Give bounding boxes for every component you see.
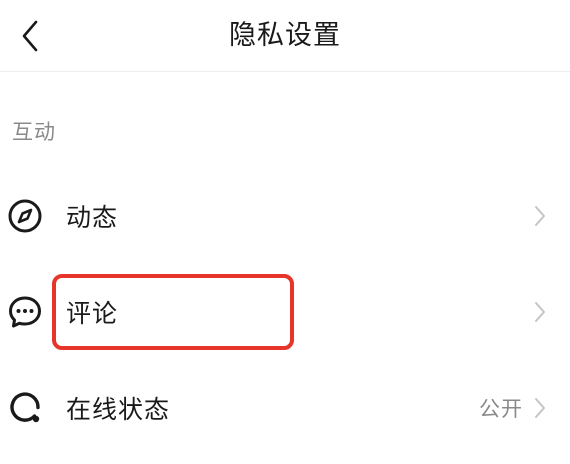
online-status-icon (5, 388, 45, 428)
settings-item-label: 评论 (66, 299, 119, 328)
privacy-settings-page: 隐私设置 互动 动态 评论 在线状态 公开 (0, 0, 570, 464)
comment-bubble-icon (5, 292, 45, 332)
page-title: 隐私设置 (229, 20, 341, 51)
settings-item-moments[interactable]: 动态 (0, 172, 570, 260)
chevron-right-icon (530, 202, 550, 230)
navigation-bar: 隐私设置 (0, 0, 570, 72)
settings-item-comments[interactable]: 评论 (0, 268, 570, 356)
section-label-interaction: 互动 (12, 120, 56, 144)
settings-item-label: 在线状态 (66, 395, 171, 424)
chevron-right-icon (530, 298, 550, 326)
chevron-right-icon (530, 394, 550, 422)
settings-item-online-status[interactable]: 在线状态 公开 (0, 364, 570, 452)
settings-item-label: 动态 (66, 203, 119, 232)
compass-icon (5, 196, 45, 236)
settings-item-value: 公开 (479, 397, 523, 421)
